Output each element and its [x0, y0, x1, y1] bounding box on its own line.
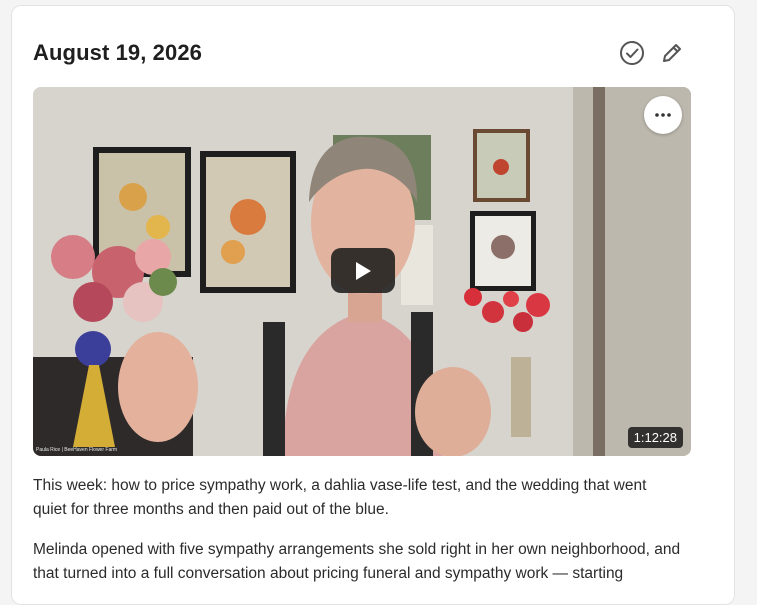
video-duration: 1:12:28 [627, 427, 683, 448]
mark-complete-button[interactable] [619, 40, 645, 66]
post-paragraph: Melinda opened with five sympathy arrang… [33, 541, 681, 582]
more-horizontal-icon [655, 113, 671, 117]
post-date-title: August 19, 2026 [33, 40, 203, 65]
play-button[interactable] [331, 248, 395, 293]
check-circle-icon [620, 41, 644, 65]
edit-button[interactable] [659, 40, 685, 66]
video-caption: Paula Rice | BeeHaven Flower Farm [36, 447, 118, 453]
video-player[interactable]: Paula Rice | BeeHaven Flower Farm 1:12:2… [33, 87, 691, 456]
pencil-icon [663, 44, 681, 62]
play-icon [356, 261, 371, 280]
more-options-button[interactable] [644, 96, 682, 134]
post-paragraph: This week: how to price sympathy work, a… [33, 477, 647, 518]
